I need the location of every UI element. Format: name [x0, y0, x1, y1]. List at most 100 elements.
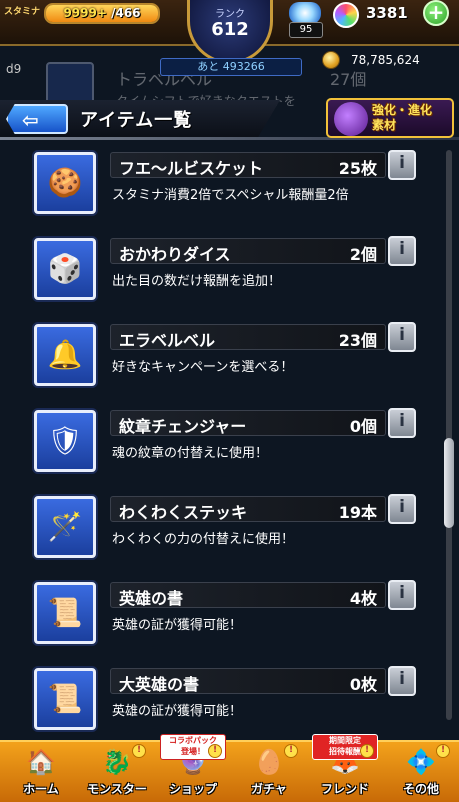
rank-label: ランク	[215, 9, 245, 20]
nav-label: ホーム	[23, 782, 59, 796]
nav-label: その他	[402, 782, 439, 796]
info-button[interactable]: i	[388, 408, 416, 438]
info-icon: i	[399, 325, 405, 345]
info-button[interactable]: i	[388, 236, 416, 266]
scrollbar[interactable]	[444, 150, 454, 720]
nav-label: モンスター	[87, 782, 147, 796]
side-tag: d9	[6, 62, 22, 76]
materials-label: 素材	[372, 118, 397, 132]
item-count: 19本	[338, 503, 377, 522]
info-icon: i	[399, 669, 405, 689]
scroll-icon[interactable]: 📜	[34, 582, 96, 644]
item-list: 🍪 フエ〜ルビスケット 25枚 スタミナ消費2倍でスペシャル報酬量2倍 i 🎲 おかわりダイ…	[0, 140, 459, 740]
nav-label: フレンド	[320, 782, 369, 796]
item-name: おかわりダイス	[119, 245, 231, 264]
list-item[interactable]: 🔔 エラベルベル 23個 好きなキャンペーンを選べる！ i	[0, 312, 459, 398]
item-glyph: 🔔	[47, 338, 83, 371]
item-name: 紋章チェンジャー	[119, 417, 247, 436]
info-button[interactable]: i	[388, 322, 416, 352]
page-title: アイテム一覧	[80, 110, 193, 131]
bell-icon[interactable]: 🔔	[34, 324, 96, 386]
gem-icon	[333, 2, 359, 28]
mascot-icon	[334, 102, 368, 136]
item-name: 英雄の書	[119, 589, 184, 608]
alert-icon: !	[436, 744, 450, 758]
item-description: 英雄の証が獲得可能！	[112, 704, 243, 719]
item-count: 4枚	[349, 589, 377, 608]
item-name: フエ〜ルビスケット	[119, 159, 264, 178]
back-button[interactable]: ⇦	[6, 104, 68, 134]
list-item[interactable]: 🎲 おかわりダイス 2個出た目の数だけ報酬を追加！ i	[0, 226, 459, 312]
item-count: 23個	[338, 331, 377, 350]
info-button[interactable]: i	[388, 580, 416, 610]
item-name-bar: 紋章チェンジャー 0個	[110, 410, 386, 436]
item-glyph: 📜	[47, 682, 83, 715]
gacha-icon: 🥚	[254, 748, 284, 776]
home-icon: 🏠	[26, 748, 56, 776]
item-glyph: 📜	[47, 596, 83, 629]
nav-gacha[interactable]: 🥚 ガチャ!	[232, 742, 306, 802]
nav-friend[interactable]: 🦊 フレンド 期間限定 招待報酬!	[308, 734, 382, 802]
orb-count: 95	[289, 22, 323, 38]
monster-icon: 🐉	[102, 748, 132, 776]
coin-count: 78,785,624	[351, 53, 420, 67]
info-icon: i	[399, 153, 405, 173]
wand-icon[interactable]: 🪄	[34, 496, 96, 558]
list-item[interactable]: 📜 英雄の書 4枚英雄の証が獲得可能！ i	[0, 570, 459, 656]
alert-icon: !	[360, 744, 374, 758]
nav-monster[interactable]: 🐉 モンスター!	[80, 742, 154, 802]
item-name-bar: エラベルベル 23個	[110, 324, 386, 350]
info-button[interactable]: i	[388, 494, 416, 524]
info-button[interactable]: i	[388, 150, 416, 180]
item-description: 魂の紋章の付替えに使用！	[112, 446, 269, 461]
add-gem-button[interactable]: +	[423, 0, 449, 26]
evolve-materials-button[interactable]: 強化・進化 素材	[326, 98, 454, 138]
list-item[interactable]: 📜 大英雄の書 0枚英雄の証が獲得可能！ i	[0, 656, 459, 742]
item-description: 出た目の数だけ報酬を追加！	[112, 274, 282, 289]
dice-icon[interactable]: 🎲	[34, 238, 96, 300]
coin-icon	[322, 51, 340, 69]
info-icon: i	[399, 583, 405, 603]
info-icon: i	[399, 411, 405, 431]
list-item[interactable]: 🪄 わくわくステッキ 19本わくわくの力の付替えに使用！ i	[0, 484, 459, 570]
nav-shop[interactable]: 🔮 ショップ コラボパック 登場！!	[156, 734, 230, 802]
ghost-item-count: 27個	[330, 70, 367, 89]
emblem-changer-icon[interactable]: 🛡	[34, 410, 96, 472]
info-icon: i	[399, 239, 405, 259]
evolve-label: 強化・進化	[372, 103, 433, 117]
item-count: 2個	[349, 245, 377, 264]
info-button[interactable]: i	[388, 666, 416, 696]
alert-icon: !	[284, 744, 298, 758]
biscuit-icon[interactable]: 🍪	[34, 152, 96, 214]
item-glyph: 🍪	[47, 166, 83, 199]
scroll-thumb[interactable]	[444, 438, 454, 528]
stamina-max: /466	[111, 6, 141, 20]
item-description: 英雄の証が獲得可能！	[112, 618, 243, 633]
item-description: わくわくの力の付替えに使用！	[112, 532, 295, 547]
back-arrow-icon: ⇦	[22, 108, 39, 132]
item-count: 0個	[349, 417, 377, 436]
list-item[interactable]: 🍪 フエ〜ルビスケット 25枚 スタミナ消費2倍でスペシャル報酬量2倍 i	[0, 140, 459, 226]
item-name: わくわくステッキ	[119, 503, 248, 522]
item-glyph: 🛡	[47, 424, 83, 457]
alert-icon: !	[208, 744, 222, 758]
gem-count: 3381	[366, 4, 408, 22]
alert-icon: !	[132, 744, 146, 758]
stamina-current: 9999+	[63, 6, 107, 20]
orb-icon[interactable]	[289, 2, 321, 24]
item-name: 大英雄の書	[119, 675, 200, 694]
item-name-bar: おかわりダイス 2個	[110, 238, 386, 264]
item-count: 0枚	[349, 675, 377, 694]
grand-scroll-icon[interactable]: 📜	[34, 668, 96, 730]
rank-value: 612	[211, 19, 249, 40]
list-item[interactable]: 🛡 紋章チェンジャー 0個魂の紋章の付替えに使用！ i	[0, 398, 459, 484]
nav-home[interactable]: 🏠 ホーム	[4, 742, 78, 802]
stamina-bar: 9999+ /466	[44, 3, 160, 24]
item-name-bar: 英雄の書 4枚	[110, 582, 386, 608]
item-glyph: 🪄	[47, 510, 83, 543]
item-name: エラベルベル	[119, 331, 216, 350]
nav-more[interactable]: 💠 その他!	[384, 742, 458, 802]
nav-label: ガチャ	[251, 782, 287, 796]
exp-to-next: あと 493266	[160, 58, 302, 76]
item-name-bar: フエ〜ルビスケット 25枚	[110, 152, 386, 178]
